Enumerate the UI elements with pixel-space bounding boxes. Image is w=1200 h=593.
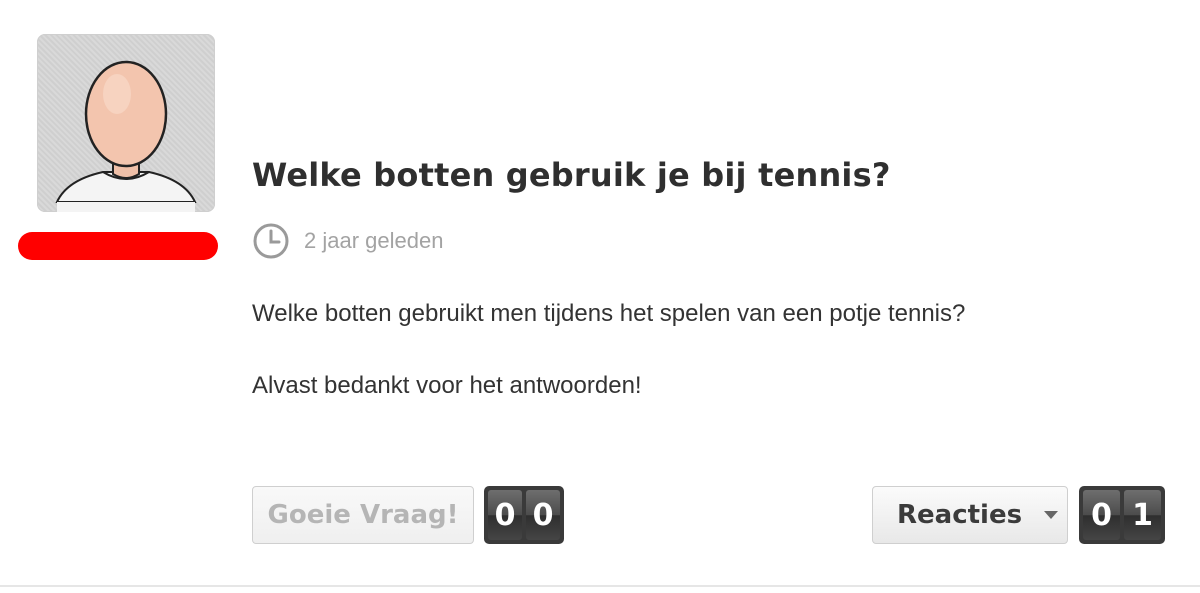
default-user-avatar-icon — [55, 60, 197, 212]
good-question-button[interactable]: Goeie Vraag! — [252, 486, 474, 544]
user-name-redaction-bar — [18, 232, 218, 260]
reactions-button[interactable]: Reacties — [872, 486, 1068, 544]
question-body-line: Alvast bedankt voor het antwoorden! — [252, 372, 642, 399]
counter-digit: 0 — [526, 490, 560, 540]
clock-icon — [253, 223, 289, 259]
question-title[interactable]: Welke botten gebruik je bij tennis? — [252, 156, 891, 194]
bottom-divider — [0, 585, 1200, 587]
question-card: Welke botten gebruik je bij tennis? 2 ja… — [0, 0, 1200, 593]
avatar[interactable] — [37, 34, 215, 212]
question-body: Welke botten gebruikt men tijdens het sp… — [252, 296, 1172, 404]
question-time: 2 jaar geleden — [304, 228, 444, 253]
counter-digit: 0 — [1083, 490, 1120, 540]
reactions-label: Reacties — [897, 500, 1023, 530]
counter-digit: 1 — [1124, 490, 1161, 540]
reactions-counter: 0 1 — [1079, 486, 1165, 544]
caret-down-icon — [1044, 511, 1059, 519]
good-question-counter: 0 0 — [484, 486, 564, 544]
question-body-line: Welke botten gebruikt men tijdens het sp… — [252, 300, 966, 327]
question-meta: 2 jaar geleden — [252, 222, 443, 260]
counter-digit: 0 — [488, 490, 522, 540]
